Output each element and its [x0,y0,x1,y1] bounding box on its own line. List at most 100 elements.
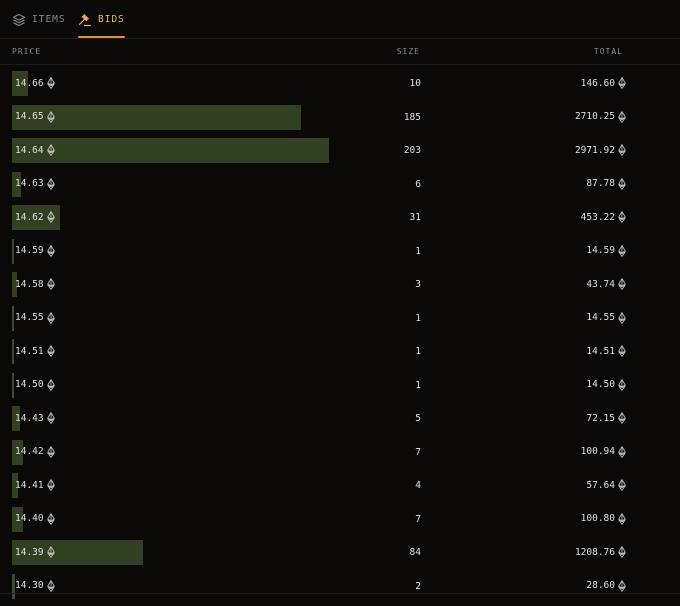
bid-row[interactable]: 14.40 7 100.80 [0,503,680,537]
eth-icon [46,144,55,156]
eth-icon [618,311,626,324]
tab-items[interactable]: ITEMS [12,12,66,38]
bid-total-value: 14.50 [586,379,615,390]
bid-total-value: 100.80 [580,513,615,524]
bid-row[interactable]: 14.42 7 100.94 [0,436,680,470]
bid-total: 14.50 [520,378,626,391]
eth-icon [618,177,626,190]
bid-price: 14.64 [15,144,55,156]
bid-size: 10 [409,78,421,89]
bid-total: 14.59 [520,244,626,257]
bid-total-value: 14.59 [586,245,615,256]
depth-bar [12,238,14,264]
bid-price: 14.66 [15,77,55,89]
size-column-header: SIZE [396,47,420,56]
depth-bar [12,372,14,398]
bid-price-value: 14.50 [15,379,44,390]
bid-total-value: 28.60 [586,580,615,591]
bid-price-value: 14.55 [15,312,44,323]
bid-total-value: 453.22 [580,211,615,223]
eth-icon [618,378,626,391]
bid-row[interactable]: 14.59 1 14.59 [0,235,680,269]
bid-size: 5 [415,413,421,424]
bid-price: 14.65 [15,110,55,123]
bid-total-value: 146.60 [580,77,615,89]
bid-size: 1 [415,312,421,324]
bid-price: 14.55 [15,311,55,324]
bid-row[interactable]: 14.43 5 72.15 [0,402,680,436]
bid-price: 14.39 [15,546,55,558]
eth-icon [46,412,55,424]
bid-price: 14.63 [15,177,55,190]
bid-row[interactable]: 14.51 1 14.51 [0,335,680,369]
bid-total: 57.64 [520,479,626,491]
bid-price: 14.50 [15,378,55,391]
bid-row[interactable]: 14.64 203 2971.92 [0,134,680,168]
bid-price-value: 14.65 [15,111,44,122]
eth-icon [46,479,55,491]
bid-price-value: 14.41 [15,479,44,491]
eth-icon [618,479,626,491]
bid-size: 6 [415,178,421,190]
bid-size: 2 [415,580,421,592]
eth-icon [618,211,626,223]
bid-size: 1 [415,346,421,357]
bid-total-value: 100.94 [580,446,615,457]
bid-row[interactable]: 14.39 84 1208.76 [0,536,680,570]
tab-bids-label: BIDS [98,14,125,25]
bid-size: 1 [415,379,421,391]
eth-icon [618,244,626,257]
bid-row[interactable]: 14.30 2 28.60 [0,570,680,604]
tab-bids[interactable]: BIDS [78,12,125,38]
bid-price-value: 14.40 [15,513,44,524]
bid-price: 14.58 [15,278,55,290]
eth-icon [618,110,626,123]
bid-price-value: 14.43 [15,412,44,424]
bid-price-value: 14.64 [15,144,44,156]
bid-row[interactable]: 14.41 4 57.64 [0,469,680,503]
bid-total: 2710.25 [520,110,626,123]
bid-size: 7 [415,446,421,458]
eth-icon [618,144,626,156]
bid-row[interactable]: 14.66 10 146.60 [0,67,680,101]
eth-icon [618,512,626,525]
bid-total: 14.55 [520,311,626,324]
bid-row[interactable]: 14.65 185 2710.25 [0,101,680,135]
bid-price: 14.59 [15,244,55,257]
eth-icon [46,579,55,592]
bid-total: 28.60 [520,579,626,592]
eth-icon [618,345,626,357]
bid-total-value: 2971.92 [574,144,615,156]
depth-bar [12,104,301,130]
eth-icon [46,546,55,558]
bid-price-value: 14.66 [15,77,44,89]
bid-total-value: 14.51 [586,345,615,357]
depth-bar [12,339,14,364]
eth-icon [618,77,626,89]
bid-row[interactable]: 14.58 3 43.74 [0,268,680,302]
bid-total: 2971.92 [520,144,626,156]
table-header: PRICE SIZE TOTAL [0,39,680,65]
bid-row[interactable]: 14.62 31 453.22 [0,201,680,235]
bid-price-value: 14.62 [15,211,44,223]
bid-row[interactable]: 14.55 1 14.55 [0,302,680,336]
bid-price: 14.30 [15,579,55,592]
tab-items-label: ITEMS [32,14,66,25]
bid-size: 185 [403,111,421,123]
depth-bar [12,305,14,331]
bid-price: 14.41 [15,479,55,491]
bid-row[interactable]: 14.50 1 14.50 [0,369,680,403]
bid-row[interactable]: 14.63 6 87.78 [0,168,680,202]
bid-price: 14.40 [15,512,55,525]
bid-total: 146.60 [520,77,626,89]
eth-icon [46,445,55,458]
eth-icon [618,445,626,458]
bid-total-value: 43.74 [586,278,615,290]
bid-total: 1208.76 [520,546,626,558]
eth-icon [46,244,55,257]
bid-total: 43.74 [520,278,626,290]
bid-price-value: 14.58 [15,278,44,290]
eth-icon [46,378,55,391]
bid-size: 7 [415,513,421,525]
eth-icon [618,278,626,290]
